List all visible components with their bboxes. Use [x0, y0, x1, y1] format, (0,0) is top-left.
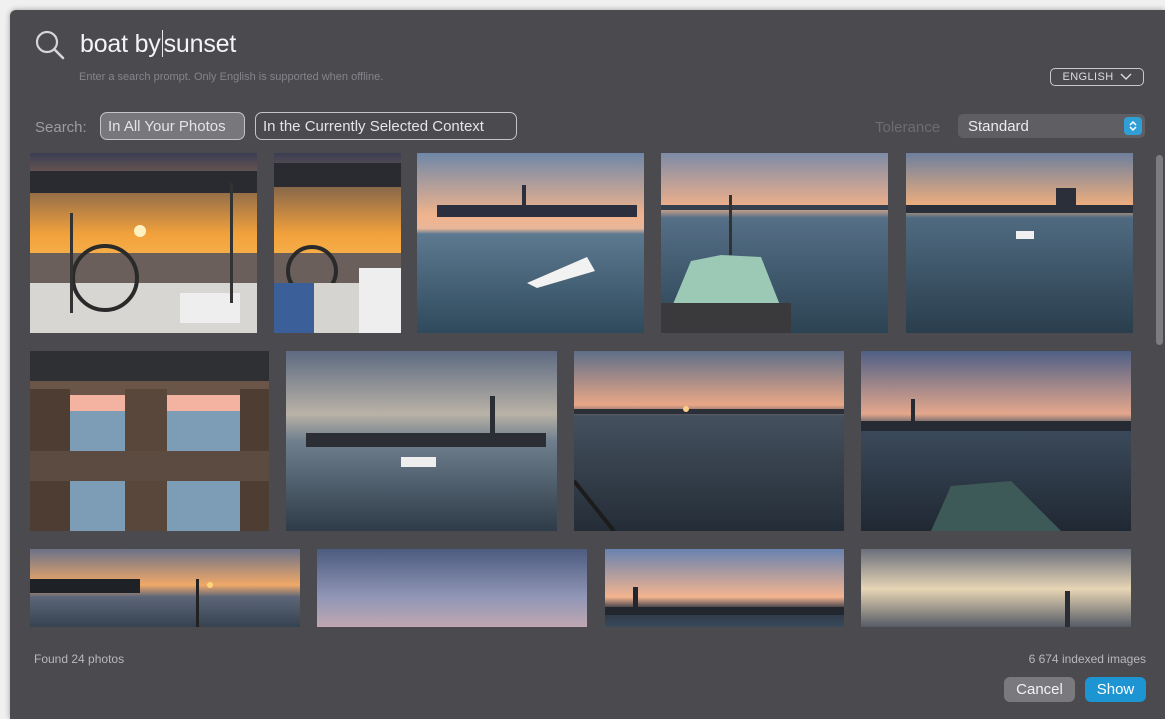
photo-grid — [10, 153, 1155, 627]
photo-thumbnail[interactable] — [317, 549, 587, 627]
photo-thumbnail[interactable] — [861, 549, 1131, 627]
photo-thumbnail[interactable] — [286, 351, 557, 531]
photo-thumbnail[interactable] — [417, 153, 644, 333]
scope-all-photos-button[interactable]: In All Your Photos — [100, 112, 245, 140]
language-select[interactable]: ENGLISH — [1050, 68, 1144, 86]
tolerance-value: Standard — [968, 117, 1029, 135]
search-scope-label: Search: — [35, 119, 87, 136]
search-query-after-caret: sunset — [163, 30, 237, 58]
photo-thumbnail[interactable] — [661, 153, 888, 333]
photo-thumbnail[interactable] — [30, 549, 300, 627]
cancel-button[interactable]: Cancel — [1004, 677, 1075, 702]
photo-thumbnail[interactable] — [861, 351, 1131, 531]
search-hint: Enter a search prompt. Only English is s… — [79, 71, 384, 83]
text-caret — [161, 30, 163, 57]
photo-thumbnail[interactable] — [274, 153, 401, 333]
stepper-icon — [1124, 117, 1142, 135]
search-icon — [35, 30, 65, 60]
scrollbar[interactable] — [1156, 155, 1163, 345]
photo-thumbnail[interactable] — [605, 549, 844, 627]
search-dialog: boat by sunset Enter a search prompt. Onl… — [10, 10, 1165, 719]
search-query-before-caret: boat by — [80, 30, 161, 58]
indexed-count: 6 674 indexed images — [1028, 652, 1146, 666]
results-count: Found 24 photos — [34, 652, 125, 666]
tolerance-select[interactable]: Standard — [958, 114, 1145, 138]
photo-thumbnail[interactable] — [906, 153, 1133, 333]
photo-thumbnail[interactable] — [30, 153, 257, 333]
tolerance-label: Tolerance — [875, 119, 941, 136]
photo-thumbnail[interactable] — [574, 351, 844, 531]
photo-thumbnail[interactable] — [30, 351, 269, 531]
scope-selected-context-button[interactable]: In the Currently Selected Context — [255, 112, 517, 140]
search-input[interactable]: boat by sunset — [80, 30, 236, 59]
language-label: ENGLISH — [1062, 71, 1114, 83]
show-button[interactable]: Show — [1085, 677, 1146, 702]
chevron-down-icon — [1120, 73, 1132, 80]
